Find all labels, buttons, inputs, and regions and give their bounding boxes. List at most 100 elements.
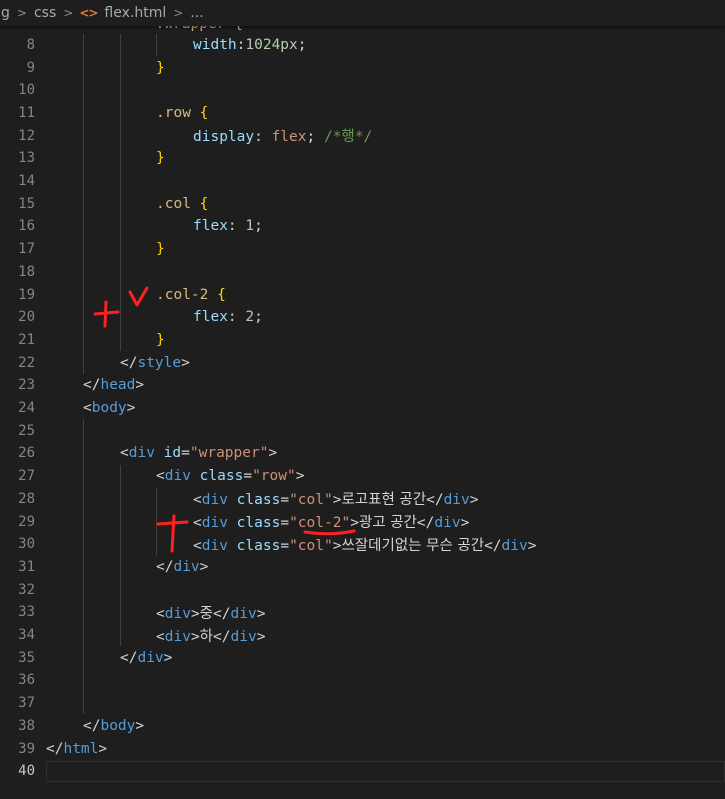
code-line-30[interactable]: 30 <div class="col">쓰잘데기없는 무슨 공간</div> bbox=[0, 533, 725, 556]
code-line-21[interactable]: 21} bbox=[0, 329, 725, 352]
line-number: 33 bbox=[18, 604, 35, 621]
token-punc: < bbox=[156, 605, 165, 622]
code-line-24[interactable]: 24 <body> bbox=[0, 397, 725, 420]
token-prop: width bbox=[193, 36, 237, 53]
code-line-12[interactable]: 12 display: flex; /*행*/ bbox=[0, 124, 725, 147]
token-punc: > bbox=[460, 515, 470, 532]
token-tag: body bbox=[91, 400, 127, 417]
code-line-26[interactable]: 26 <div id="wrapper"> bbox=[0, 442, 725, 465]
token-txt: 쓰잘데기없는 무슨 공간 bbox=[341, 537, 485, 554]
token-prop: display bbox=[193, 129, 255, 146]
code-text: .col { bbox=[156, 196, 208, 212]
code-line-35[interactable]: 35 </div> bbox=[0, 646, 725, 669]
code-line-18[interactable]: 18 bbox=[0, 261, 725, 284]
code-line-29[interactable]: 29 <div class="col-2">광고 공간</div> bbox=[0, 510, 725, 533]
code-line-8[interactable]: 8 width:1024px; bbox=[0, 34, 725, 57]
code-text: <div id="wrapper"> bbox=[120, 445, 277, 461]
code-line-19[interactable]: 19 .col-2 { bbox=[0, 283, 725, 306]
line-number: 28 bbox=[18, 490, 35, 507]
token-num: 1024px bbox=[245, 36, 298, 53]
token-punc: < bbox=[156, 468, 165, 485]
token-tag: div bbox=[173, 558, 200, 575]
code-line-39[interactable]: 39 </html> bbox=[0, 737, 725, 760]
token-tag: div bbox=[501, 537, 528, 554]
code-line-25[interactable]: 25 bbox=[0, 419, 725, 442]
code-line-11[interactable]: 11 .row { bbox=[0, 102, 725, 125]
code-line-20[interactable]: 20 flex: 2; bbox=[0, 306, 725, 329]
breadcrumb-file-flex-html[interactable]: flex.html bbox=[103, 5, 167, 21]
code-text: flex: 2; bbox=[193, 309, 263, 325]
indent-guide bbox=[83, 419, 84, 715]
token-punc: > bbox=[181, 354, 190, 371]
token-punc: </ bbox=[156, 558, 174, 575]
token-punc: > bbox=[256, 605, 266, 622]
line-number: 17 bbox=[18, 241, 35, 258]
code-line-34[interactable]: 34 <div>하</div> bbox=[0, 624, 725, 647]
token-cmt: /*행*/ bbox=[323, 129, 373, 146]
chevron-right-icon: > bbox=[16, 6, 27, 20]
code-text: } bbox=[156, 150, 165, 166]
code-line-9[interactable]: 9} bbox=[0, 56, 725, 79]
token-attr: class bbox=[236, 537, 281, 554]
line-number: 13 bbox=[18, 150, 35, 167]
token-punc: < bbox=[83, 400, 92, 417]
line-number: 40 bbox=[18, 763, 35, 780]
token-tag: div bbox=[164, 468, 191, 485]
token-punc bbox=[155, 445, 164, 461]
token-punc bbox=[208, 287, 217, 303]
line-number: 8 bbox=[26, 36, 35, 53]
code-line-15[interactable]: 15 .col { bbox=[0, 192, 725, 215]
code-line-13[interactable]: 13} bbox=[0, 147, 725, 170]
line-number: 23 bbox=[18, 377, 35, 394]
code-line-23[interactable]: 23 </head> bbox=[0, 374, 725, 397]
token-num: 1 bbox=[245, 218, 255, 235]
code-line-17[interactable]: 17} bbox=[0, 238, 725, 261]
chevron-right-icon: > bbox=[63, 6, 74, 20]
token-attr: class bbox=[236, 515, 281, 532]
breadcrumb-folder-css[interactable]: css bbox=[33, 5, 57, 21]
token-punc: > bbox=[268, 445, 278, 462]
token-brace: { bbox=[217, 286, 226, 303]
token-punc bbox=[191, 468, 200, 484]
line-number: 15 bbox=[18, 195, 35, 212]
code-line-28[interactable]: 28 <div class="col">로고표현 공간</div> bbox=[0, 488, 725, 511]
token-punc bbox=[228, 538, 237, 554]
line-number: 22 bbox=[18, 354, 35, 371]
token-punc: = bbox=[280, 492, 290, 509]
indent-guide bbox=[156, 33, 157, 57]
token-punc: ; bbox=[254, 218, 263, 235]
code-line-14[interactable]: 14 bbox=[0, 170, 725, 193]
line-number: 14 bbox=[18, 173, 35, 190]
token-tag: style bbox=[137, 354, 182, 371]
code-line-36[interactable]: 36 bbox=[0, 669, 725, 692]
code-editor[interactable]: .wrapper {8width:1024px;9}1011.row {12di… bbox=[0, 0, 725, 799]
token-punc: > bbox=[163, 649, 173, 666]
code-text: </body> bbox=[83, 718, 144, 734]
token-txt: 중 bbox=[199, 605, 214, 622]
token-tag: body bbox=[100, 717, 136, 734]
token-punc: = bbox=[280, 537, 290, 554]
token-punc: </ bbox=[83, 717, 101, 734]
code-line-38[interactable]: 38 </body> bbox=[0, 715, 725, 738]
code-text: <div>중</div> bbox=[156, 602, 265, 623]
code-line-37[interactable]: 37 bbox=[0, 692, 725, 715]
code-line-27[interactable]: 27 <div class="row"> bbox=[0, 465, 725, 488]
token-punc: </ bbox=[416, 515, 435, 532]
line-number: 19 bbox=[18, 286, 35, 303]
code-text: </head> bbox=[83, 377, 144, 393]
token-str: "row" bbox=[252, 468, 296, 485]
code-area[interactable]: .wrapper {8width:1024px;9}1011.row {12di… bbox=[0, 0, 725, 799]
code-line-16[interactable]: 16 flex: 1; bbox=[0, 215, 725, 238]
code-line-33[interactable]: 33 <div>중</div> bbox=[0, 601, 725, 624]
code-line-10[interactable]: 10 bbox=[0, 79, 725, 102]
token-punc: </ bbox=[484, 537, 502, 554]
breadcrumb-folder-g[interactable]: g bbox=[0, 5, 11, 21]
token-punc: < bbox=[156, 628, 165, 645]
token-tag: div bbox=[128, 445, 155, 462]
code-line-31[interactable]: 31 </div> bbox=[0, 556, 725, 579]
code-line-22[interactable]: 22 </style> bbox=[0, 351, 725, 374]
breadcrumb-more[interactable]: ... bbox=[189, 5, 204, 21]
code-text: } bbox=[156, 332, 165, 348]
code-line-32[interactable]: 32 bbox=[0, 578, 725, 601]
token-str: "col" bbox=[289, 492, 333, 509]
